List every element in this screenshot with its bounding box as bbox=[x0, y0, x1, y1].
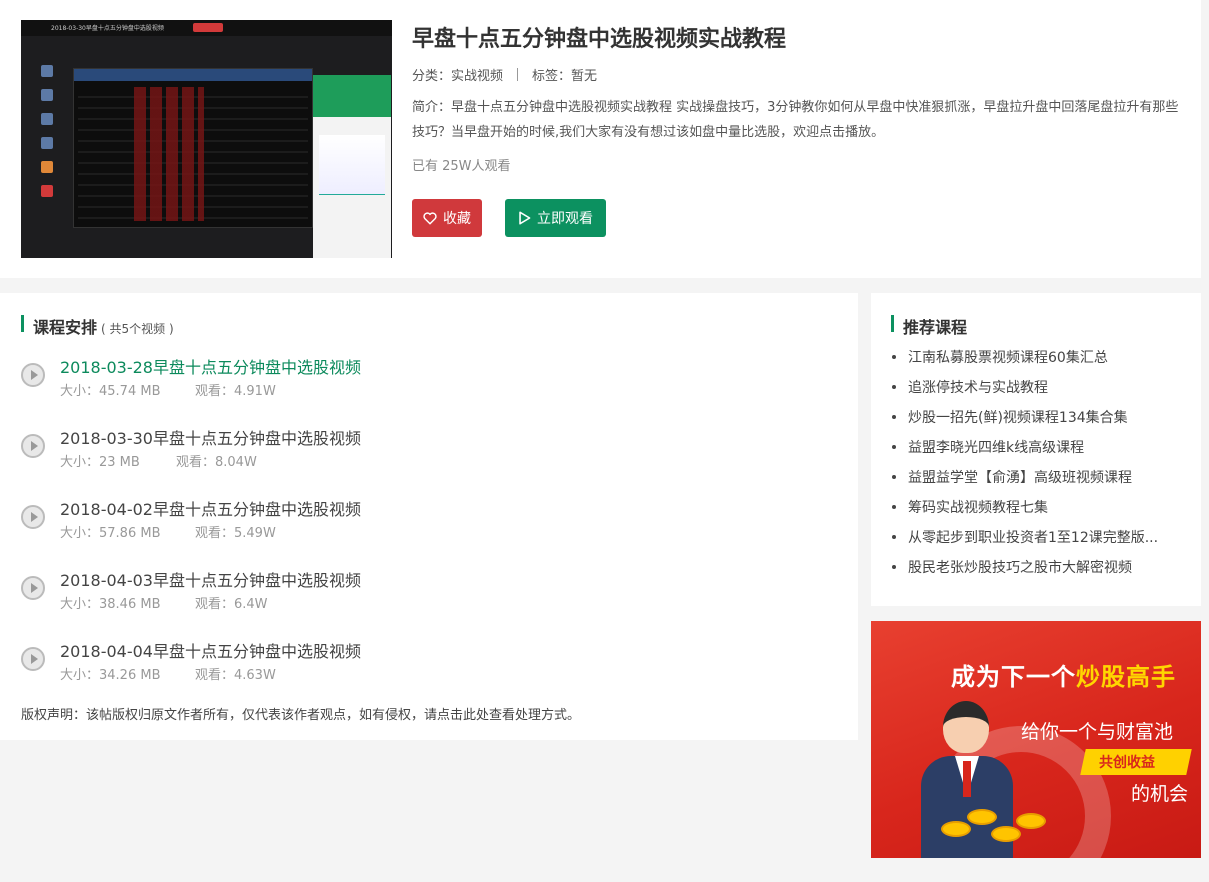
favorite-button[interactable]: 收藏 bbox=[412, 199, 482, 237]
video-views: 观看：8.04W bbox=[176, 455, 257, 470]
course-schedule-panel: 课程安排 ( 共5个视频 ) 2018-03-28早盘十点五分钟盘中选股视频 大… bbox=[0, 293, 858, 740]
ad-headline-a: 成为下一个 bbox=[951, 663, 1076, 691]
video-size: 大小：57.86 MB bbox=[60, 526, 161, 541]
video-title[interactable]: 2018-04-04早盘十点五分钟盘中选股视频 bbox=[60, 638, 361, 662]
course-tags: 标签：暂无 bbox=[532, 68, 598, 84]
ad-ribbon-text: 共创收益 bbox=[1099, 755, 1155, 771]
recommend-item[interactable]: 从零起步到职业投资者1至12课完整版... bbox=[891, 527, 1158, 557]
gold-coin-icon bbox=[991, 826, 1021, 842]
video-list-item[interactable]: 2018-04-02早盘十点五分钟盘中选股视频 大小：57.86 MB 观看：5… bbox=[21, 496, 841, 556]
schedule-title: 课程安排 bbox=[33, 318, 98, 337]
video-size: 大小：23 MB bbox=[60, 455, 140, 470]
favorite-label: 收藏 bbox=[443, 211, 471, 227]
schedule-count: ( 共5个视频 ) bbox=[101, 322, 174, 336]
thumbnail-dock bbox=[35, 65, 59, 205]
course-info: 早盘十点五分钟盘中选股视频实战教程 分类：实战视频 标签：暂无 简介：早盘十点五… bbox=[412, 24, 1187, 174]
video-views: 观看：5.49W bbox=[195, 526, 276, 541]
video-views: 观看：4.63W bbox=[195, 668, 276, 683]
video-list-item[interactable]: 2018-04-04早盘十点五分钟盘中选股视频 大小：34.26 MB 观看：4… bbox=[21, 638, 841, 698]
thumbnail-caption: 2018-03-30早盘十点五分钟盘中选股视频 bbox=[51, 25, 164, 32]
play-circle-icon[interactable] bbox=[21, 505, 45, 529]
ad-line-2: 给你一个与财富池 bbox=[1021, 721, 1174, 743]
heart-icon bbox=[423, 211, 437, 224]
video-size: 大小：45.74 MB bbox=[60, 384, 161, 399]
recommend-list: 江南私募股票视频课程60集汇总 追涨停技术与实战教程 炒股一招先(鲜)视频课程1… bbox=[891, 347, 1158, 587]
ad-headline: 成为下一个炒股高手 bbox=[951, 657, 1176, 692]
video-title[interactable]: 2018-04-03早盘十点五分钟盘中选股视频 bbox=[60, 567, 361, 591]
video-title[interactable]: 2018-03-30早盘十点五分钟盘中选股视频 bbox=[60, 425, 361, 449]
thumbnail-stock-table bbox=[73, 68, 313, 228]
gold-coin-icon bbox=[967, 809, 997, 825]
course-thumbnail[interactable]: 2018-03-30早盘十点五分钟盘中选股视频 bbox=[21, 20, 392, 258]
video-list-item[interactable]: 2018-03-28早盘十点五分钟盘中选股视频 大小：45.74 MB 观看：4… bbox=[21, 354, 841, 414]
course-description: 简介：早盘十点五分钟盘中选股视频实战教程 实战操盘技巧，3分钟教你如何从早盘中快… bbox=[412, 100, 1179, 140]
gold-coin-icon bbox=[1016, 813, 1046, 829]
course-category[interactable]: 分类：实战视频 bbox=[412, 65, 503, 84]
heading-accent-bar bbox=[891, 315, 894, 332]
recommend-item[interactable]: 益盟益学堂【俞湧】高级班视频课程 bbox=[891, 467, 1158, 497]
page-title: 早盘十点五分钟盘中选股视频实战教程 bbox=[412, 27, 787, 52]
gold-coin-icon bbox=[941, 821, 971, 837]
copyright-notice[interactable]: 版权声明：该帖版权归原文作者所有，仅代表该作者观点，如有侵权，请点击此处查看处理… bbox=[21, 704, 580, 723]
recommend-item[interactable]: 江南私募股票视频课程60集汇总 bbox=[891, 347, 1158, 377]
ad-banner[interactable]: 成为下一个炒股高手 给你一个与财富池 共创收益 的机会 bbox=[871, 621, 1201, 858]
video-list-item[interactable]: 2018-03-30早盘十点五分钟盘中选股视频 大小：23 MB 观看：8.04… bbox=[21, 425, 841, 485]
recommend-item[interactable]: 益盟李晓光四维k线高级课程 bbox=[891, 437, 1158, 467]
play-icon bbox=[519, 211, 531, 225]
play-circle-icon[interactable] bbox=[21, 576, 45, 600]
video-views: 观看：6.4W bbox=[195, 597, 268, 612]
recommend-panel: 推荐课程 江南私募股票视频课程60集汇总 追涨停技术与实战教程 炒股一招先(鲜)… bbox=[871, 293, 1201, 606]
recommend-item[interactable]: 筹码实战视频教程七集 bbox=[891, 497, 1158, 527]
thumbnail-quote-panel bbox=[313, 75, 391, 258]
video-title[interactable]: 2018-03-28早盘十点五分钟盘中选股视频 bbox=[60, 354, 361, 378]
recommend-item[interactable]: 股民老张炒股技巧之股市大解密视频 bbox=[891, 557, 1158, 587]
course-meta: 分类：实战视频 标签：暂无 bbox=[412, 65, 1187, 84]
recommend-item[interactable]: 炒股一招先(鲜)视频课程134集合集 bbox=[891, 407, 1158, 437]
thumbnail-titlebar: 2018-03-30早盘十点五分钟盘中选股视频 bbox=[21, 20, 392, 36]
video-list-item[interactable]: 2018-04-03早盘十点五分钟盘中选股视频 大小：38.46 MB 观看：6… bbox=[21, 567, 841, 627]
thumbnail-red-button bbox=[193, 23, 223, 32]
video-size: 大小：38.46 MB bbox=[60, 597, 161, 612]
ad-line-4: 的机会 bbox=[1131, 783, 1189, 805]
course-header-card: 2018-03-30早盘十点五分钟盘中选股视频 早盘十点五分钟盘中选股视频实战教… bbox=[0, 0, 1201, 278]
viewer-count: 已有 25W人观看 bbox=[412, 159, 511, 174]
recommend-item[interactable]: 追涨停技术与实战教程 bbox=[891, 377, 1158, 407]
schedule-heading: 课程安排 ( 共5个视频 ) bbox=[21, 314, 174, 338]
video-title[interactable]: 2018-04-02早盘十点五分钟盘中选股视频 bbox=[60, 496, 361, 520]
video-views: 观看：4.91W bbox=[195, 384, 276, 399]
play-circle-icon[interactable] bbox=[21, 647, 45, 671]
ad-headline-b: 炒股高手 bbox=[1076, 663, 1176, 691]
watch-now-label: 立即观看 bbox=[537, 211, 593, 227]
watch-now-button[interactable]: 立即观看 bbox=[505, 199, 606, 237]
recommend-heading: 推荐课程 bbox=[891, 314, 967, 338]
play-circle-icon[interactable] bbox=[21, 363, 45, 387]
heading-accent-bar bbox=[21, 315, 24, 332]
meta-divider bbox=[517, 67, 519, 81]
recommend-title: 推荐课程 bbox=[903, 318, 968, 337]
video-size: 大小：34.26 MB bbox=[60, 668, 161, 683]
play-circle-icon[interactable] bbox=[21, 434, 45, 458]
